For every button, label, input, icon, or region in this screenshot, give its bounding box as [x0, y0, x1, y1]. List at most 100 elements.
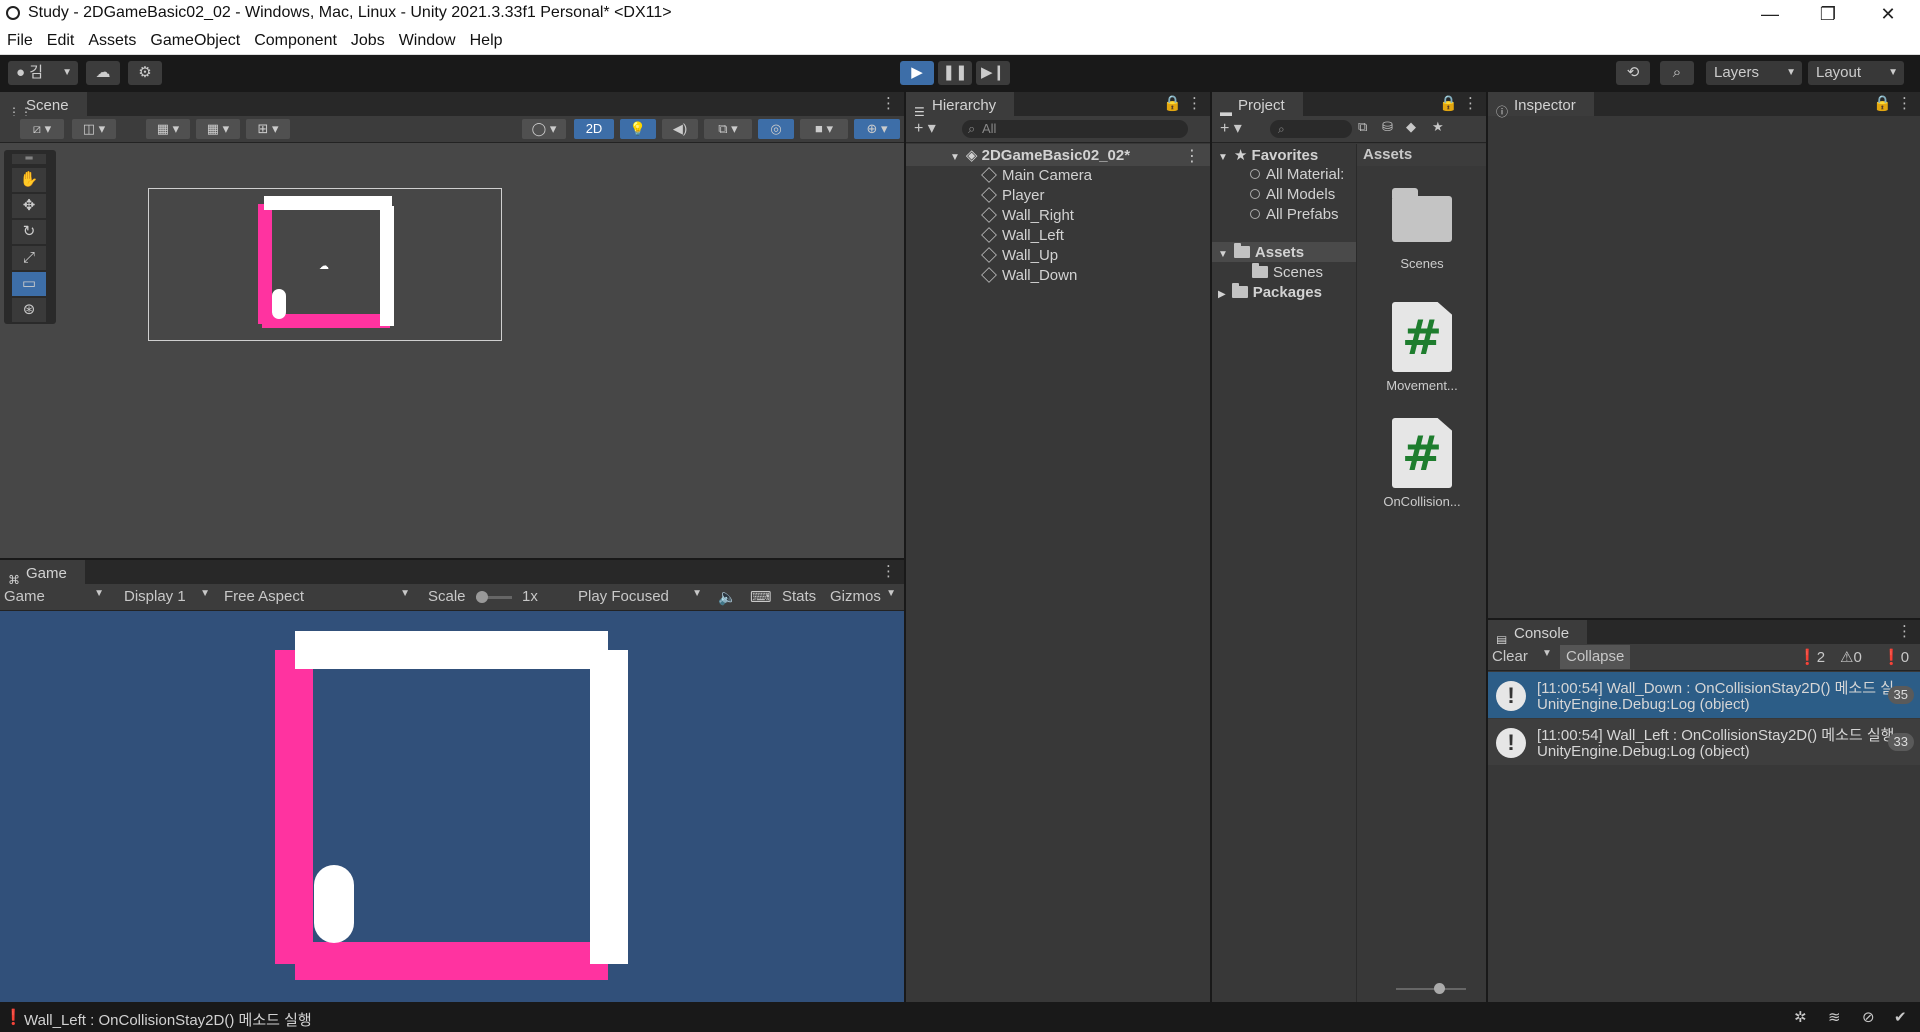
layers-dropdown[interactable]: Layers [1706, 61, 1802, 85]
pause-button[interactable]: ❚❚ [938, 61, 972, 85]
scene-wall-up[interactable] [264, 196, 392, 210]
tab-scene[interactable]: ⋮⋮ Scene [0, 92, 87, 119]
collapse-button[interactable]: Collapse [1560, 645, 1631, 669]
menu-window[interactable]: Window [392, 28, 463, 50]
layout-dropdown[interactable]: Layout [1808, 61, 1904, 85]
hierarchy-item-main-camera[interactable]: Main Camera [981, 167, 1092, 184]
console-entry[interactable]: ! [11:00:54] Wall_Left : OnCollisionStay… [1488, 719, 1920, 765]
scene-player[interactable] [272, 289, 286, 319]
search-icon[interactable]: ⌕ [1660, 61, 1694, 85]
menu-help[interactable]: Help [463, 28, 510, 50]
camera-dropdown[interactable]: ■ ▾ [800, 119, 848, 139]
hierarchy-item-wall-right[interactable]: Wall_Right [981, 207, 1074, 224]
stats-button[interactable]: Stats [782, 588, 816, 605]
search-by-type-icon[interactable]: ⧉ [1358, 119, 1367, 135]
hierarchy-item-player[interactable]: Player [981, 187, 1045, 204]
menu-gameobject[interactable]: GameObject [143, 28, 247, 50]
asset-oncollision-script[interactable]: # OnCollision... [1372, 418, 1472, 509]
menu-file[interactable]: File [0, 28, 40, 50]
favorite-star-icon[interactable]: ★ [1432, 119, 1444, 135]
console-entry[interactable]: ! [11:00:54] Wall_Down : OnCollisionStay… [1488, 672, 1920, 718]
asset-movement-script[interactable]: # Movement... [1372, 302, 1472, 393]
scene-wall-left[interactable] [258, 204, 272, 324]
grid-snap-dropdown[interactable]: ▦ ▾ [146, 119, 190, 139]
cache-icon[interactable]: ⊘ [1862, 1008, 1875, 1026]
move-tool-icon[interactable]: ✥ [12, 194, 46, 218]
display-dropdown[interactable]: Display 1 [124, 588, 216, 608]
collab-icon[interactable]: ⚙ [128, 61, 162, 85]
hierarchy-item-wall-left[interactable]: Wall_Left [981, 227, 1064, 244]
filter-label-icon[interactable]: ◆ [1406, 119, 1416, 135]
tab-game[interactable]: ⌘ Game [0, 560, 85, 587]
clear-button[interactable]: Clear [1492, 648, 1528, 665]
menu-component[interactable]: Component [247, 28, 344, 50]
icon-size-slider[interactable] [1396, 988, 1466, 990]
favorite-all-models[interactable]: All Models [1250, 186, 1335, 203]
info-filter-button[interactable]: ❗2 [1798, 648, 1825, 666]
pivot-dropdown[interactable]: ◯ ▾ [522, 119, 566, 139]
shading-dropdown[interactable]: ◫ ▾ [72, 119, 116, 139]
tab-console[interactable]: ▤ Console [1488, 620, 1588, 647]
warning-filter-button[interactable]: ⚠0 [1840, 648, 1862, 666]
inspector-menu-icon[interactable]: ⋮ [1897, 94, 1912, 112]
close-button[interactable]: ✕ [1862, 0, 1914, 28]
create-asset-button[interactable]: + ▾ [1220, 118, 1242, 138]
account-dropdown[interactable]: ● 김 [8, 61, 78, 85]
scale-tool-icon[interactable]: ⤢ [12, 246, 46, 270]
bug-icon[interactable]: ✲ [1794, 1008, 1807, 1026]
shortcuts-icon[interactable]: ⌨ [750, 588, 772, 606]
asset-breadcrumb[interactable]: Assets [1357, 144, 1486, 166]
rotate-tool-icon[interactable]: ↻ [12, 220, 46, 244]
layers-stack-icon[interactable]: ≋ [1828, 1008, 1841, 1026]
scene-menu-icon[interactable]: ⋮ [881, 94, 896, 112]
2d-mode-button[interactable]: 2D [574, 119, 614, 139]
rect-tool-icon[interactable]: ▭ [12, 272, 46, 296]
minimize-button[interactable]: — [1744, 0, 1796, 28]
progress-check-icon[interactable]: ✔ [1894, 1008, 1907, 1026]
lock-icon[interactable]: 🔒 [1163, 94, 1182, 112]
add-object-button[interactable]: + ▾ [914, 118, 936, 138]
scene-root-row[interactable]: ▼ ◈ 2DGameBasic02_02* ⋮ [906, 144, 1210, 166]
asset-scenes-folder[interactable]: Scenes [1372, 180, 1472, 271]
hidden-objects-icon[interactable]: ◎ [758, 119, 794, 139]
hand-tool-icon[interactable]: ✋ [12, 168, 46, 192]
lock-icon[interactable]: 🔒 [1439, 94, 1458, 112]
clear-options-dropdown[interactable]: ▼ [1542, 648, 1552, 659]
hierarchy-menu-icon[interactable]: ⋮ [1187, 94, 1202, 112]
console-menu-icon[interactable]: ⋮ [1897, 622, 1912, 640]
mute-audio-icon[interactable]: 🔈 [718, 588, 737, 606]
lighting-icon[interactable]: 💡 [620, 119, 656, 139]
increment-snap-dropdown[interactable]: ⊞ ▾ [246, 119, 290, 139]
step-button[interactable]: ▶❙ [976, 61, 1010, 85]
hierarchy-item-wall-up[interactable]: Wall_Up [981, 247, 1058, 264]
project-search-input[interactable]: ⌕ [1270, 120, 1352, 138]
hierarchy-search-input[interactable]: ⌕ All [962, 120, 1188, 138]
cloud-icon[interactable]: ☁ [86, 61, 120, 85]
error-filter-button[interactable]: ❗0 [1882, 648, 1909, 666]
scene-wall-right[interactable] [380, 206, 394, 326]
favorite-all-materials[interactable]: All Material: [1250, 166, 1344, 183]
game-view-dropdown[interactable]: Game [4, 588, 110, 608]
transform-tool-icon[interactable]: ⊛ [12, 298, 46, 322]
game-menu-icon[interactable]: ⋮ [881, 562, 896, 580]
tools-drag-handle[interactable]: ═ [12, 154, 46, 164]
hierarchy-item-wall-down[interactable]: Wall_Down [981, 267, 1077, 284]
assets-folder[interactable]: ▼ Assets [1218, 243, 1304, 261]
effects-dropdown[interactable]: ⧉ ▾ [704, 119, 752, 139]
maximize-button[interactable]: ❐ [1802, 0, 1854, 28]
tab-inspector[interactable]: ⓘ Inspector [1488, 92, 1594, 119]
menu-assets[interactable]: Assets [81, 28, 143, 50]
grid-visibility-dropdown[interactable]: ▦ ▾ [196, 119, 240, 139]
play-mode-dropdown[interactable]: Play Focused [578, 588, 708, 608]
audio-icon[interactable]: ◀) [662, 119, 698, 139]
gizmos-dropdown[interactable]: ⊕ ▾ [854, 119, 900, 139]
status-message[interactable]: Wall_Left : OnCollisionStay2D() 메소드 실행 [24, 1009, 312, 1030]
scene-menu-icon[interactable]: ⋮ [1184, 146, 1200, 166]
packages-folder[interactable]: ▶ Packages [1218, 283, 1322, 301]
draw-mode-dropdown[interactable]: ⧄ ▾ [20, 119, 64, 139]
history-icon[interactable]: ⟲ [1616, 61, 1650, 85]
gizmos-button[interactable]: Gizmos [830, 588, 902, 608]
folder-scenes[interactable]: Scenes [1252, 263, 1323, 281]
favorite-all-prefabs[interactable]: All Prefabs [1250, 206, 1339, 223]
favorites-header[interactable]: ▼ ★ Favorites [1218, 146, 1318, 164]
